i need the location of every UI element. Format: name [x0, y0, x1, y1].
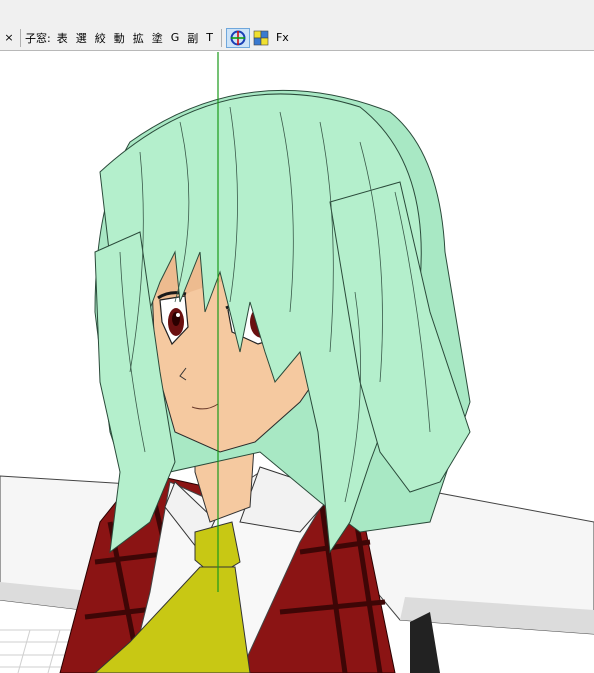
toolbar-separator: [220, 28, 222, 47]
fx-button[interactable]: Fx: [272, 28, 293, 48]
model-render: [0, 52, 594, 673]
3d-viewport[interactable]: [0, 52, 594, 673]
paint-button[interactable]: 塗: [148, 28, 167, 48]
select-button[interactable]: 選: [72, 28, 91, 48]
scale-button[interactable]: 拡: [129, 28, 148, 48]
filter-button[interactable]: 絞: [91, 28, 110, 48]
group-button[interactable]: G: [167, 28, 184, 48]
subwindow-label: 子窓:: [25, 31, 51, 45]
toolbar: × 子窓: 表 選 絞 動 拡 塗 G 副 T Fx: [0, 25, 594, 51]
toolbar-separator: [20, 28, 21, 47]
axis-target-icon[interactable]: [225, 27, 250, 48]
sub-button[interactable]: 副: [183, 28, 202, 48]
move-button[interactable]: 動: [110, 28, 129, 48]
text-button[interactable]: T: [202, 28, 217, 48]
window-top-strip: [0, 0, 594, 25]
display-button[interactable]: 表: [53, 28, 72, 48]
close-button[interactable]: ×: [2, 28, 16, 48]
color-grid-icon[interactable]: [250, 28, 272, 48]
